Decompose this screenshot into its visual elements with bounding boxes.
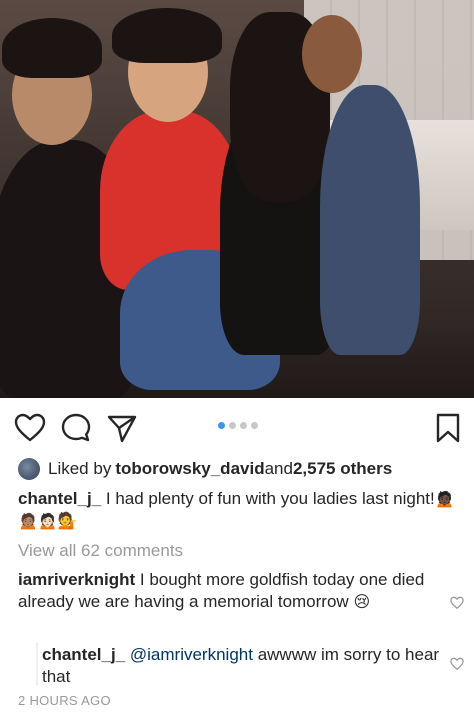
liker-avatar[interactable] bbox=[18, 458, 40, 480]
carousel-indicator bbox=[218, 422, 258, 429]
post-timestamp: 2 HOURS AGO bbox=[18, 693, 111, 708]
reply-item: chantel_j_ @iamriverknight awwww im sorr… bbox=[42, 644, 442, 688]
likes-line[interactable]: Liked by toborowsky_david and 2,575 othe… bbox=[18, 456, 392, 482]
post-photo[interactable] bbox=[0, 0, 474, 398]
likes-count[interactable]: 2,575 others bbox=[293, 459, 392, 479]
reply-mention[interactable]: @iamriverknight bbox=[130, 645, 253, 664]
view-all-comments-link[interactable]: View all 62 comments bbox=[18, 541, 183, 561]
reply-thread-line bbox=[36, 643, 38, 685]
reply-like-heart-icon[interactable] bbox=[450, 657, 464, 671]
comment-emoji: 😢 bbox=[353, 592, 371, 611]
action-bar bbox=[0, 398, 474, 454]
liker-username[interactable]: toborowsky_david bbox=[115, 459, 264, 479]
likes-prefix: Liked by bbox=[48, 459, 112, 478]
caption-author[interactable]: chantel_j_ bbox=[18, 489, 101, 508]
photo-person-4 bbox=[320, 85, 420, 355]
bookmark-icon[interactable] bbox=[432, 412, 464, 444]
share-icon[interactable] bbox=[106, 412, 138, 444]
photo-person-4-head bbox=[302, 15, 362, 93]
comment-icon[interactable] bbox=[60, 412, 92, 444]
carousel-dot bbox=[240, 422, 247, 429]
post-caption: chantel_j_ I had plenty of fun with you … bbox=[18, 488, 458, 532]
reply-author[interactable]: chantel_j_ bbox=[42, 645, 125, 664]
comment-item: iamriverknight I bought more goldfish to… bbox=[18, 569, 438, 613]
comment-author[interactable]: iamriverknight bbox=[18, 570, 135, 589]
heart-icon[interactable] bbox=[14, 412, 46, 444]
likes-and: and bbox=[264, 459, 293, 478]
caption-text: I had plenty of fun with you ladies last… bbox=[101, 489, 435, 508]
carousel-dot bbox=[229, 422, 236, 429]
carousel-dot bbox=[251, 422, 258, 429]
carousel-dot-active bbox=[218, 422, 225, 429]
comment-like-heart-icon[interactable] bbox=[450, 596, 464, 610]
